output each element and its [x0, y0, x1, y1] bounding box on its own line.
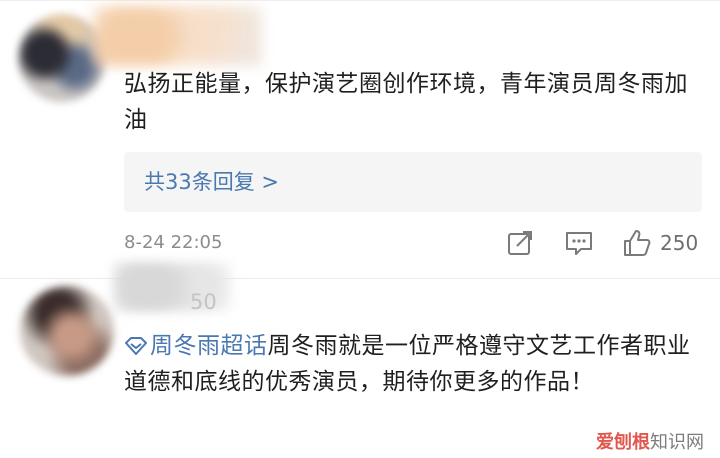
comment-text: 周冬雨超话周冬雨就是一位严格遵守文艺工作者职业道德和底线的优秀演员，期待你更多的… [124, 328, 704, 400]
watermark-brand: 爱刨根 [596, 432, 650, 453]
username-fragment: 50 [190, 290, 217, 314]
top-divider [0, 0, 720, 1]
view-replies-link[interactable]: 共33条回复 > [144, 152, 279, 212]
avatar[interactable] [20, 286, 114, 376]
username-mosaic [92, 6, 262, 66]
watermark-text: 知识网 [650, 432, 704, 453]
comment-timestamp: 8-24 22:05 [124, 232, 223, 253]
comment-button[interactable] [564, 226, 594, 260]
comment-icon [566, 232, 592, 255]
topic-label: 周冬雨超话 [150, 333, 268, 359]
topic-link[interactable]: 周冬雨超话 [124, 333, 268, 359]
share-button[interactable] [506, 226, 534, 260]
share-icon [508, 231, 532, 255]
like-button[interactable]: 250 [622, 226, 698, 260]
reply-box[interactable]: 共33条回复 > [124, 152, 702, 212]
comment-divider [0, 278, 720, 279]
watermark: 爱刨根知识网 [596, 428, 704, 454]
like-icon [624, 230, 651, 256]
like-count: 250 [660, 231, 699, 255]
comment-text: 弘扬正能量，保护演艺圈创作环境，青年演员周冬雨加油 [124, 71, 688, 133]
topic-diamond-icon [125, 337, 147, 355]
